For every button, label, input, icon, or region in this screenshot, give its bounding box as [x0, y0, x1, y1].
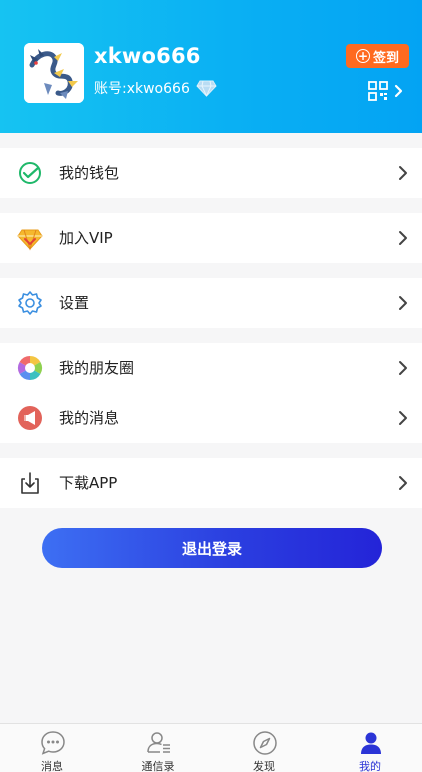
tab-label: 发现 [253, 760, 275, 772]
chevron-right-icon [399, 476, 407, 490]
chevron-right-icon [399, 411, 407, 425]
tab-label: 通信录 [141, 760, 175, 772]
compass-icon [253, 731, 277, 755]
moments-icon [17, 356, 43, 380]
avatar[interactable] [24, 43, 84, 103]
menu-group-settings: 设置 [0, 278, 422, 328]
checkin-button[interactable]: + 签到 [346, 44, 409, 68]
chevron-right-icon [399, 166, 407, 180]
dragon-avatar-image [24, 43, 84, 103]
menu-label-download: 下载APP [59, 474, 118, 492]
qr-code-icon [368, 81, 388, 101]
qr-code-button[interactable] [368, 79, 408, 103]
menu-label-moments: 我的朋友圈 [59, 359, 135, 377]
person-icon [361, 732, 381, 754]
menu-label-wallet: 我的钱包 [59, 164, 120, 182]
account-id: 账号:xkwo666 [94, 78, 217, 98]
tab-messages[interactable]: 消息 [0, 724, 104, 772]
tab-discover[interactable]: 发现 [212, 724, 316, 772]
menu-item-vip[interactable]: 加入VIP [0, 213, 422, 263]
chevron-right-icon [399, 231, 407, 245]
menu-group-wallet: 我的钱包 [0, 148, 422, 198]
menu-group-download: 下载APP [0, 458, 422, 508]
tab-contacts[interactable]: 通信录 [106, 724, 210, 772]
megaphone-icon [18, 406, 42, 430]
tab-label: 消息 [41, 760, 63, 772]
menu-item-settings[interactable]: 设置 [0, 278, 422, 328]
gear-icon [18, 291, 42, 315]
menu-item-wallet[interactable]: 我的钱包 [0, 148, 422, 198]
vip-diamond-icon [17, 229, 43, 251]
account-label: 账号:xkwo666 [94, 81, 190, 97]
chevron-right-icon [399, 361, 407, 375]
menu-item-download[interactable]: 下载APP [0, 458, 422, 508]
tab-me[interactable]: 我的 [318, 724, 422, 772]
chevron-right-icon [394, 84, 403, 98]
diamond-icon [196, 79, 217, 97]
bottom-tab-bar: 消息 通信录 发现 我的 [0, 723, 422, 772]
menu-label-settings: 设置 [59, 294, 90, 312]
checkin-label: 签到 [372, 50, 399, 66]
logout-button[interactable]: 退出登录 [42, 528, 382, 568]
wallet-icon [19, 162, 41, 184]
menu-group-vip: 加入VIP [0, 213, 422, 263]
menu-item-moments[interactable]: 我的朋友圈 [0, 343, 422, 393]
menu-group-social: 我的朋友圈 我的消息 [0, 343, 422, 443]
menu-label-messages: 我的消息 [59, 409, 120, 427]
chat-bubble-icon [41, 731, 65, 755]
menu-item-messages[interactable]: 我的消息 [0, 393, 422, 443]
chevron-right-icon [399, 296, 407, 310]
menu-label-vip: 加入VIP [59, 229, 113, 247]
download-icon [21, 472, 39, 494]
contacts-icon [147, 732, 170, 753]
plus-circle-icon: + [355, 49, 370, 63]
tab-label: 我的 [359, 760, 381, 772]
profile-header: xkwo666 账号:xkwo666 + 签到 [0, 0, 422, 133]
username: xkwo666 [94, 44, 201, 68]
